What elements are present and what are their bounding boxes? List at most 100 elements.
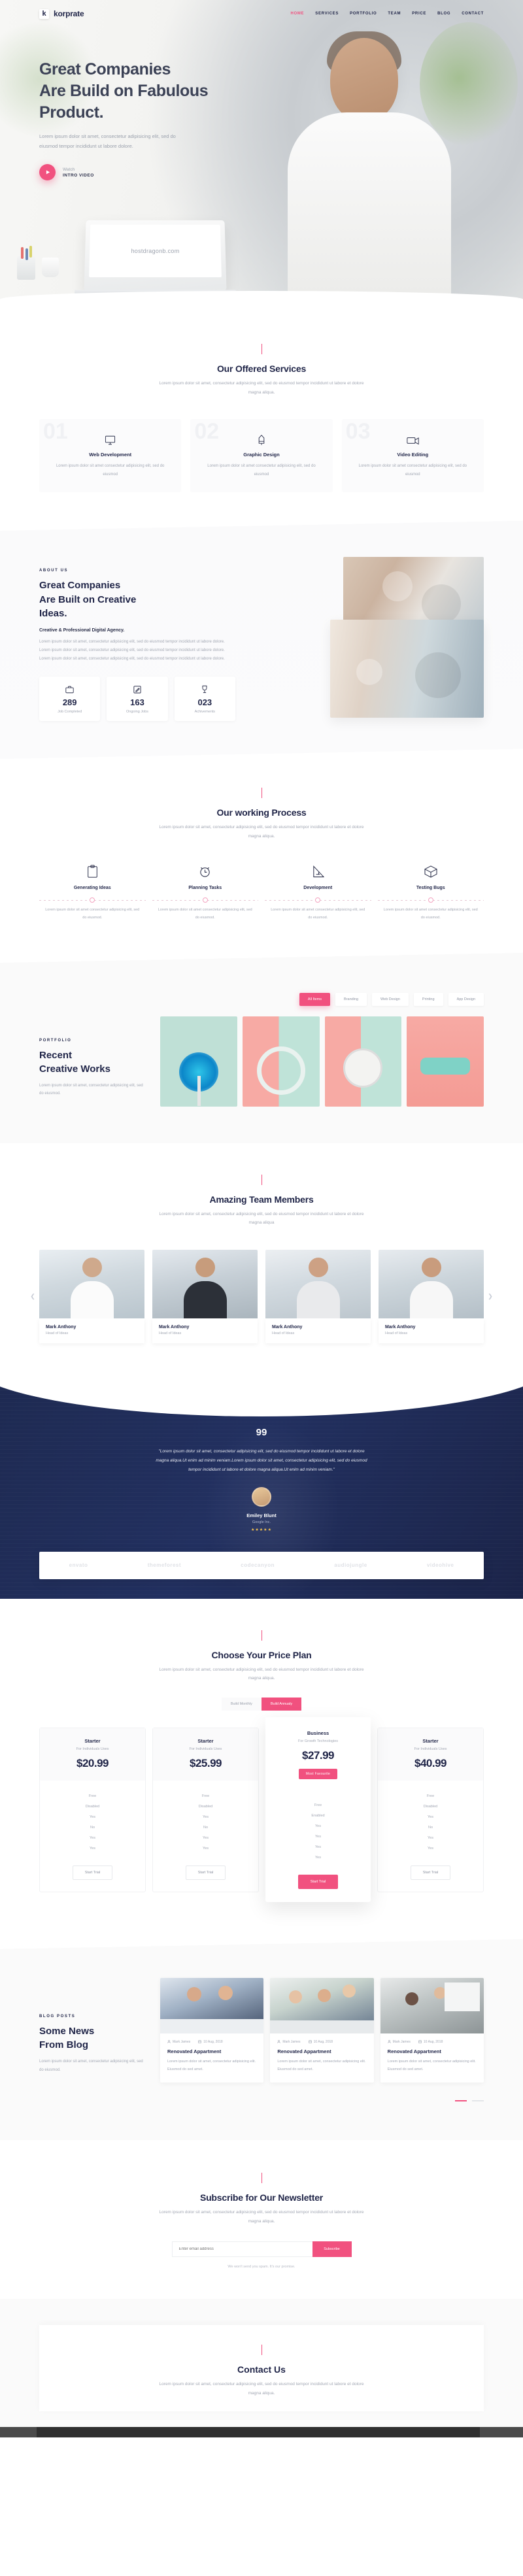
nav-item-team[interactable]: TEAM	[388, 12, 401, 16]
about-heading: Great Companies Are Built on Creative Id…	[39, 578, 235, 620]
newsletter-subscribe-button[interactable]: Subscribe	[312, 2241, 352, 2258]
blog-post-date: 10 Aug, 2018	[418, 2040, 443, 2044]
blog-post-author: Mark James	[387, 2040, 411, 2044]
plan-feature: Free	[88, 1794, 97, 1798]
portfolio-text-column: PORTFOLIO Recent Creative Works Lorem ip…	[39, 1016, 160, 1107]
about-heading-line-2: Are Built on Creative	[39, 594, 137, 605]
service-title: Video Editing	[397, 452, 429, 458]
hero-subtitle: Lorem ipsum dolor sit amet, consectetur …	[39, 133, 176, 149]
billing-toggle-monthly[interactable]: Build Monthly	[221, 1697, 262, 1711]
plan-desc: For Individuals Uses	[76, 1747, 109, 1751]
portfolio-filter-branding[interactable]: Branding	[335, 992, 367, 1006]
blog-post-card[interactable]: Mark James 10 Aug, 2018 Renovated Appart…	[160, 1977, 264, 2083]
portfolio-item-alarm-clock[interactable]	[324, 1016, 402, 1107]
service-card-video-editing[interactable]: 03 Video Editing Lorem ipsum dolor sit a…	[341, 419, 484, 492]
plan-start-trial-button[interactable]: Start Trial	[72, 1865, 113, 1880]
stat-number: 163	[130, 697, 144, 708]
pricing-title: Choose Your Price Plan	[211, 1649, 312, 1660]
plan-price: $40.99	[414, 1756, 447, 1769]
service-desc: Lorem ipsum dolor sit amet consectetur a…	[358, 464, 467, 477]
nav-item-portfolio[interactable]: PORTFOLIO	[350, 12, 377, 16]
plan-start-trial-button[interactable]: Start Trial	[410, 1865, 451, 1880]
taskbar-start-button[interactable]	[0, 2426, 37, 2437]
team-member-card[interactable]: Mark Anthony Head of Ideas	[265, 1249, 371, 1343]
watch-intro-video-button[interactable]: Watch INTRO VIDEO	[39, 164, 484, 180]
team-member-card[interactable]: Mark Anthony Head of Ideas	[152, 1249, 258, 1343]
process-step-title: Development	[303, 886, 333, 891]
plan-feature: Free	[201, 1794, 210, 1798]
process-connector	[39, 894, 146, 906]
team-next-arrow[interactable]: ❯	[486, 1292, 494, 1300]
plan-price: $27.99	[302, 1748, 335, 1762]
process-step-title: Testing Bugs	[416, 886, 445, 891]
process-description: Lorem ipsum dolor sit amet, consectetur …	[159, 825, 364, 839]
portfolio-filter-app-design[interactable]: App Design	[448, 992, 484, 1006]
process-step-desc: Lorem ipsum dolor sit amet consectetur a…	[383, 908, 478, 920]
billing-toggle-annual[interactable]: Build Annualy	[261, 1697, 302, 1711]
brand-logo[interactable]: k korprate	[39, 8, 84, 19]
blog-post-card[interactable]: Mark James 10 Aug, 2018 Renovated Appart…	[380, 1977, 484, 2083]
team-heading: Amazing Team Members Lorem ipsum dolor s…	[39, 1174, 484, 1228]
main-navigation: k korprate HOME SERVICES PORTFOLIO TEAM …	[39, 0, 484, 27]
about-section: ABOUT US Great Companies Are Built on Cr…	[0, 521, 523, 760]
play-icon	[39, 164, 56, 180]
about-text-column: ABOUT US Great Companies Are Built on Cr…	[39, 557, 235, 722]
team-prev-arrow[interactable]: ❮	[29, 1292, 37, 1300]
service-title: Graphic Design	[243, 452, 280, 458]
blog-indicator[interactable]	[472, 2100, 484, 2102]
service-card-web-development[interactable]: 01 Web Development Lorem ipsum dolor sit…	[39, 419, 182, 492]
clipboard-icon	[39, 863, 146, 880]
nav-item-services[interactable]: SERVICES	[315, 12, 339, 16]
team-member-photo	[39, 1249, 144, 1318]
plan-start-trial-button[interactable]: Start Trial	[185, 1865, 226, 1880]
plan-name: Starter	[197, 1737, 214, 1744]
plan-features: Free Disabled Yes No Yes Yes	[378, 1781, 483, 1862]
portfolio-item-teal-car[interactable]	[407, 1016, 484, 1107]
monitor-icon	[50, 433, 171, 446]
brand-logo-envato: envato	[69, 1562, 88, 1569]
portfolio-heading: Recent Creative Works	[39, 1048, 148, 1076]
plan-feature: Enabled	[311, 1813, 325, 1818]
team-member-card[interactable]: Mark Anthony Head of Ideas	[39, 1249, 144, 1343]
taskbar-system-tray[interactable]	[480, 2426, 523, 2437]
brand-name: korprate	[54, 9, 84, 18]
alarm-clock-icon	[152, 863, 259, 880]
nav-item-contact[interactable]: CONTACT	[462, 12, 484, 16]
blog-post-meta: Mark James 10 Aug, 2018	[167, 2040, 256, 2044]
taskbar-window-list[interactable]	[37, 2426, 480, 2437]
plan-name: Starter	[84, 1737, 101, 1744]
portfolio-filter-all-items[interactable]: All Items	[299, 992, 331, 1006]
about-subtitle: Creative & Professional Digital Agency.	[39, 628, 125, 633]
stat-label: Job Completed	[58, 710, 82, 714]
plan-name: Starter	[422, 1737, 439, 1744]
about-stats: 289 Job Completed 163 Ongoing Jobs 023 A…	[39, 677, 235, 722]
nav-item-price[interactable]: PRICE	[412, 12, 426, 16]
team-member-name: Mark Anthony	[46, 1324, 76, 1330]
team-member-card[interactable]: Mark Anthony Head of Ideas	[379, 1249, 484, 1343]
about-heading-line-3: Ideas.	[39, 608, 67, 620]
trophy-icon	[178, 684, 231, 694]
portfolio-eyebrow: PORTFOLIO	[39, 1038, 72, 1043]
process-step-title: Planning Tasks	[188, 886, 222, 891]
portfolio-filter-printing[interactable]: Printing	[413, 992, 443, 1006]
pen-holder	[17, 247, 35, 280]
newsletter-email-input[interactable]	[171, 2241, 312, 2258]
portfolio-item-pink-headphones[interactable]	[242, 1016, 320, 1107]
nav-item-home[interactable]: HOME	[290, 12, 304, 16]
contact-section: Contact Us Lorem ipsum dolor sit amet, c…	[0, 2299, 523, 2437]
blog-indicator-active[interactable]	[454, 2100, 467, 2102]
portfolio-filter-web-design[interactable]: Web Design	[372, 992, 409, 1006]
testimonial-section: 99 "Lorem ipsum dolor sit amet, consecte…	[0, 1382, 523, 1599]
plan-features: Free Disabled Yes No Yes Yes	[153, 1781, 258, 1862]
plan-start-trial-button[interactable]: Start Trial	[297, 1874, 339, 1889]
blog-posts: Mark James 10 Aug, 2018 Renovated Appart…	[160, 1977, 484, 2083]
os-taskbar	[0, 2426, 523, 2437]
watch-labels: Watch INTRO VIDEO	[63, 167, 94, 178]
process-heading: Our working Process Lorem ipsum dolor si…	[39, 788, 484, 841]
portfolio-item-lollipop-swirl[interactable]	[160, 1016, 237, 1107]
stat-label: Ongoing Jobs	[126, 710, 148, 714]
process-title: Our working Process	[216, 807, 307, 818]
service-card-graphic-design[interactable]: 02 Graphic Design Lorem ipsum dolor sit …	[190, 419, 333, 492]
blog-post-card[interactable]: Mark James 10 Aug, 2018 Renovated Appart…	[270, 1977, 374, 2083]
nav-item-blog[interactable]: BLOG	[437, 12, 450, 16]
